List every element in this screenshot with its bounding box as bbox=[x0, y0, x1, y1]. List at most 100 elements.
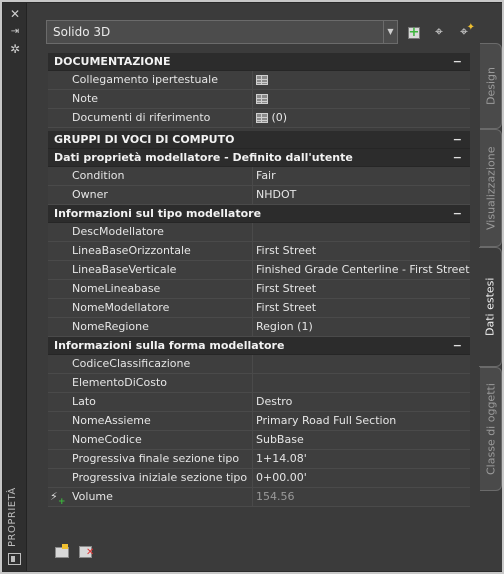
collapse-icon[interactable]: − bbox=[453, 205, 462, 222]
tab-classe-oggetti[interactable]: Classe di oggetti bbox=[480, 367, 502, 491]
property-name: DescModellatore bbox=[48, 223, 253, 241]
autohide-icon[interactable]: ⇥ bbox=[7, 25, 23, 39]
property-value[interactable]: Fair bbox=[253, 167, 470, 185]
property-value[interactable]: First Street bbox=[253, 280, 470, 298]
tab-label: Visualizzazione bbox=[484, 146, 498, 230]
property-row[interactable]: Lato Destro bbox=[48, 393, 470, 412]
collapse-icon[interactable]: − bbox=[453, 131, 462, 148]
property-value[interactable]: (0) bbox=[253, 109, 470, 127]
property-row[interactable]: DescModellatore bbox=[48, 223, 470, 242]
property-row[interactable]: LineaBaseVerticale Finished Grade Center… bbox=[48, 261, 470, 280]
property-value[interactable] bbox=[253, 355, 470, 373]
settings-icon[interactable]: ✲ bbox=[7, 42, 23, 56]
property-name: Lato bbox=[48, 393, 253, 411]
tab-label: Design bbox=[484, 67, 498, 105]
property-name: Progressiva iniziale sezione tipo bbox=[48, 469, 253, 487]
tab-label: Classe di oggetti bbox=[484, 383, 498, 475]
collapse-icon[interactable]: − bbox=[453, 337, 462, 354]
property-name: NomeAssieme bbox=[48, 412, 253, 430]
palette-title: PROPRIETÀ bbox=[7, 487, 18, 547]
property-name: Collegamento ipertestuale bbox=[48, 71, 253, 89]
section-title: Informazioni sul tipo modellatore bbox=[54, 207, 262, 220]
section-documentazione[interactable]: DOCUMENTAZIONE − bbox=[48, 53, 470, 71]
property-name: Owner bbox=[48, 186, 253, 204]
property-value[interactable]: First Street bbox=[253, 299, 470, 317]
add-property-set-icon[interactable]: + bbox=[405, 23, 423, 41]
property-value[interactable]: First Street bbox=[253, 242, 470, 260]
select-objects-icon[interactable]: ⌖ bbox=[430, 23, 448, 41]
property-row[interactable]: NomeRegione Region (1) bbox=[48, 318, 470, 337]
property-name: Note bbox=[48, 90, 253, 108]
property-grid: DOCUMENTAZIONE − Collegamento ipertestua… bbox=[48, 53, 470, 507]
property-row[interactable]: NomeCodice SubBase bbox=[48, 431, 470, 450]
property-value[interactable]: SubBase bbox=[253, 431, 470, 449]
tab-visualizzazione[interactable]: Visualizzazione bbox=[480, 129, 502, 247]
section-info-tipo[interactable]: Informazioni sul tipo modellatore − bbox=[48, 205, 470, 223]
property-row[interactable]: ElementoDiCosto bbox=[48, 374, 470, 393]
volume-icon: ⚡ + bbox=[50, 490, 66, 508]
properties-palette: ✕ ⇥ ✲ PROPRIETÀ Solido 3D ▼ + ⌖ ⌖ ✦ DOCUM… bbox=[2, 2, 502, 572]
remove-property-sets-icon[interactable]: ✕ bbox=[78, 544, 94, 558]
property-name: Volume bbox=[48, 488, 253, 506]
property-value[interactable] bbox=[253, 71, 470, 89]
quick-select-icon[interactable]: ⌖ ✦ bbox=[455, 22, 475, 41]
property-name: NomeRegione bbox=[48, 318, 253, 336]
property-value[interactable]: Finished Grade Centerline - First Street bbox=[253, 261, 470, 279]
section-dati-proprieta[interactable]: Dati proprietà modellatore - Definito da… bbox=[48, 149, 470, 167]
property-name: Condition bbox=[48, 167, 253, 185]
property-row-volume[interactable]: ⚡ + Volume 154.56 bbox=[48, 488, 470, 507]
table-icon[interactable] bbox=[256, 94, 268, 104]
property-value[interactable]: NHDOT bbox=[253, 186, 470, 204]
edit-property-sets-icon[interactable] bbox=[54, 544, 70, 558]
property-name: NomeLineabase bbox=[48, 280, 253, 298]
property-row[interactable]: Owner NHDOT bbox=[48, 186, 470, 205]
property-row[interactable]: Note bbox=[48, 90, 470, 109]
property-name: NomeModellatore bbox=[48, 299, 253, 317]
property-name: Documenti di riferimento bbox=[48, 109, 253, 127]
tab-dati-estesi[interactable]: Dati estesi bbox=[479, 247, 502, 367]
object-type-select[interactable]: Solido 3D ▼ bbox=[46, 20, 398, 44]
property-value[interactable]: Destro bbox=[253, 393, 470, 411]
collapse-icon[interactable]: − bbox=[453, 53, 462, 70]
property-row[interactable]: NomeModellatore First Street bbox=[48, 299, 470, 318]
property-name: LineaBaseOrizzontale bbox=[48, 242, 253, 260]
property-value[interactable]: Region (1) bbox=[253, 318, 470, 336]
property-value[interactable]: 1+14.08' bbox=[253, 450, 470, 468]
property-value[interactable]: 0+00.00' bbox=[253, 469, 470, 487]
table-icon[interactable] bbox=[256, 75, 268, 85]
property-name: Progressiva finale sezione tipo bbox=[48, 450, 253, 468]
property-row[interactable]: NomeLineabase First Street bbox=[48, 280, 470, 299]
close-icon[interactable]: ✕ bbox=[7, 7, 23, 21]
property-row[interactable]: Condition Fair bbox=[48, 167, 470, 186]
table-icon[interactable] bbox=[256, 113, 268, 123]
property-row[interactable]: CodiceClassificazione bbox=[48, 355, 470, 374]
property-row[interactable]: Progressiva finale sezione tipo 1+14.08' bbox=[48, 450, 470, 469]
tab-strip: Design Visualizzazione Dati estesi Class… bbox=[479, 3, 502, 571]
property-row[interactable]: LineaBaseOrizzontale First Street bbox=[48, 242, 470, 261]
property-name: NomeCodice bbox=[48, 431, 253, 449]
property-value[interactable]: Primary Road Full Section bbox=[253, 412, 470, 430]
tab-design[interactable]: Design bbox=[480, 43, 502, 129]
property-row[interactable]: Collegamento ipertestuale bbox=[48, 71, 470, 90]
property-name: ElementoDiCosto bbox=[48, 374, 253, 392]
property-name: CodiceClassificazione bbox=[48, 355, 253, 373]
property-row[interactable]: Progressiva iniziale sezione tipo 0+00.0… bbox=[48, 469, 470, 488]
property-row[interactable]: NomeAssieme Primary Road Full Section bbox=[48, 412, 470, 431]
section-title: Informazioni sulla forma modellatore bbox=[54, 339, 285, 352]
collapse-icon[interactable]: − bbox=[453, 149, 462, 166]
property-value[interactable] bbox=[253, 374, 470, 392]
property-name: LineaBaseVerticale bbox=[48, 261, 253, 279]
property-row[interactable]: Documenti di riferimento (0) bbox=[48, 109, 470, 128]
section-title: Dati proprietà modellatore - Definito da… bbox=[54, 151, 353, 164]
property-value-readonly: 154.56 bbox=[256, 490, 295, 503]
tab-label: Dati estesi bbox=[483, 277, 497, 337]
palette-menu-icon[interactable] bbox=[8, 553, 21, 565]
section-title: DOCUMENTAZIONE bbox=[54, 55, 171, 68]
section-info-forma[interactable]: Informazioni sulla forma modellatore − bbox=[48, 337, 470, 355]
property-value[interactable] bbox=[253, 223, 470, 241]
property-value[interactable] bbox=[253, 90, 470, 108]
palette-titlebar[interactable]: ✕ ⇥ ✲ PROPRIETÀ bbox=[3, 3, 27, 571]
reference-count: (0) bbox=[271, 111, 288, 124]
section-gruppi[interactable]: GRUPPI DI VOCI DI COMPUTO − bbox=[48, 131, 470, 149]
chevron-down-icon[interactable]: ▼ bbox=[383, 21, 397, 43]
